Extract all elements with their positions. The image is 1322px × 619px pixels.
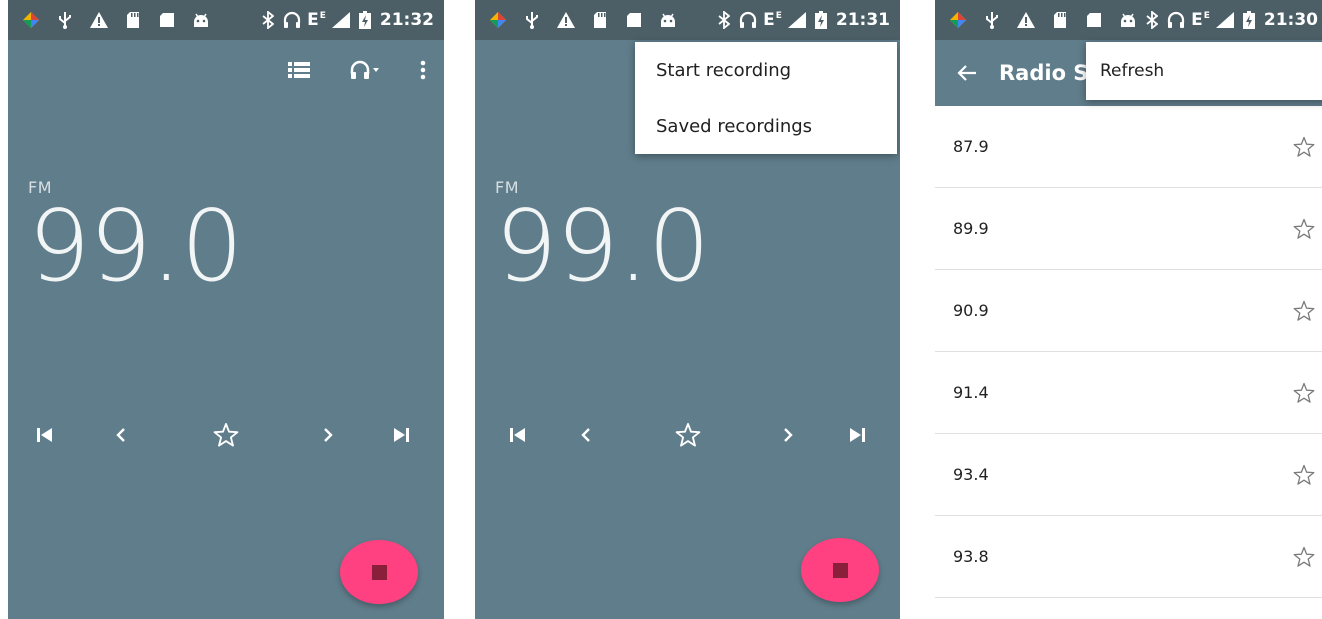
sim-card-icon <box>158 11 176 29</box>
battery-icon <box>812 11 830 29</box>
chevron-left-icon[interactable] <box>106 420 136 450</box>
battery-icon <box>1240 11 1258 29</box>
headset-icon <box>739 11 757 29</box>
menu-item-refresh[interactable]: Refresh <box>1086 42 1322 100</box>
chevron-left-icon[interactable] <box>571 420 601 450</box>
station-row[interactable]: 87.9 <box>935 106 1322 188</box>
stop-icon <box>371 564 387 580</box>
skip-previous-icon[interactable] <box>503 420 533 450</box>
network-type: EE <box>1191 10 1210 30</box>
app-icon <box>489 11 507 29</box>
star-icon[interactable] <box>1292 135 1316 159</box>
station-row[interactable]: 89.9 <box>935 188 1322 270</box>
station-frequency: 87.9 <box>953 137 989 156</box>
signal-icon <box>331 11 350 29</box>
headset-dropdown-icon[interactable] <box>350 58 380 82</box>
bluetooth-icon <box>715 11 733 29</box>
station-list: 87.9 89.9 90.9 91.4 93.4 93.8 <box>935 106 1322 598</box>
back-arrow-icon[interactable] <box>957 64 977 82</box>
signal-icon <box>787 11 806 29</box>
status-bar: EE 21:32 <box>8 0 444 40</box>
signal-icon <box>1215 11 1234 29</box>
frequency-display: 99.0 <box>495 190 710 304</box>
station-frequency: 90.9 <box>953 301 989 320</box>
warning-icon <box>557 11 575 29</box>
warning-icon <box>1017 11 1035 29</box>
list-icon[interactable] <box>288 58 310 82</box>
star-icon[interactable] <box>1292 299 1316 323</box>
network-type: EE <box>763 10 782 30</box>
skip-next-icon[interactable] <box>842 420 872 450</box>
radio-stations-screen: EE 21:30 Radio S 87.9 89.9 90.9 91.4 93.… <box>935 0 1322 619</box>
android-icon <box>1119 11 1137 29</box>
usb-icon <box>523 11 541 29</box>
star-icon[interactable] <box>1292 545 1316 569</box>
status-bar: EE 21:31 <box>475 0 900 40</box>
status-time: 21:32 <box>379 10 434 30</box>
frequency-display: 99.0 <box>28 190 243 304</box>
station-frequency: 89.9 <box>953 219 989 238</box>
overflow-menu-icon[interactable] <box>420 58 426 82</box>
headset-icon <box>283 11 301 29</box>
station-row[interactable]: 91.4 <box>935 352 1322 434</box>
star-icon[interactable] <box>1292 381 1316 405</box>
chevron-right-icon[interactable] <box>313 420 343 450</box>
app-icon <box>949 11 967 29</box>
android-icon <box>192 11 210 29</box>
fm-radio-screen-menu: EE 21:31 FM 99.0 Start recording Saved r… <box>475 0 900 619</box>
network-type: EE <box>307 10 326 30</box>
skip-next-icon[interactable] <box>386 420 416 450</box>
station-frequency: 93.4 <box>953 465 989 484</box>
station-row[interactable]: 93.8 <box>935 516 1322 598</box>
status-bar: EE 21:30 <box>935 0 1322 40</box>
menu-item-saved-recordings[interactable]: Saved recordings <box>635 98 897 154</box>
stop-button[interactable] <box>801 538 879 602</box>
bluetooth-icon <box>1143 11 1161 29</box>
status-time: 21:30 <box>1263 10 1318 30</box>
usb-icon <box>983 11 1001 29</box>
skip-previous-icon[interactable] <box>30 420 60 450</box>
station-row[interactable]: 90.9 <box>935 270 1322 352</box>
sd-card-icon <box>124 11 142 29</box>
warning-icon <box>90 11 108 29</box>
menu-item-start-recording[interactable]: Start recording <box>635 42 897 98</box>
station-frequency: 91.4 <box>953 383 989 402</box>
chevron-right-icon[interactable] <box>773 420 803 450</box>
stop-button[interactable] <box>340 540 418 604</box>
star-icon[interactable] <box>211 420 241 450</box>
overflow-menu: Start recording Saved recordings <box>635 42 897 154</box>
fm-radio-screen-main: EE 21:32 FM 99.0 <box>8 0 444 619</box>
star-icon[interactable] <box>1292 463 1316 487</box>
star-icon[interactable] <box>1292 217 1316 241</box>
headset-icon <box>1167 11 1185 29</box>
status-time: 21:31 <box>835 10 890 30</box>
page-title: Radio S <box>999 61 1089 85</box>
overflow-menu: Refresh <box>1086 42 1322 100</box>
station-row[interactable]: 93.4 <box>935 434 1322 516</box>
usb-icon <box>56 11 74 29</box>
app-icon <box>22 11 40 29</box>
sim-card-icon <box>625 11 643 29</box>
star-icon[interactable] <box>673 420 703 450</box>
station-frequency: 93.8 <box>953 547 989 566</box>
sim-card-icon <box>1085 11 1103 29</box>
bluetooth-icon <box>259 11 277 29</box>
android-icon <box>659 11 677 29</box>
stop-icon <box>832 562 848 578</box>
sd-card-icon <box>591 11 609 29</box>
battery-icon <box>356 11 374 29</box>
sd-card-icon <box>1051 11 1069 29</box>
